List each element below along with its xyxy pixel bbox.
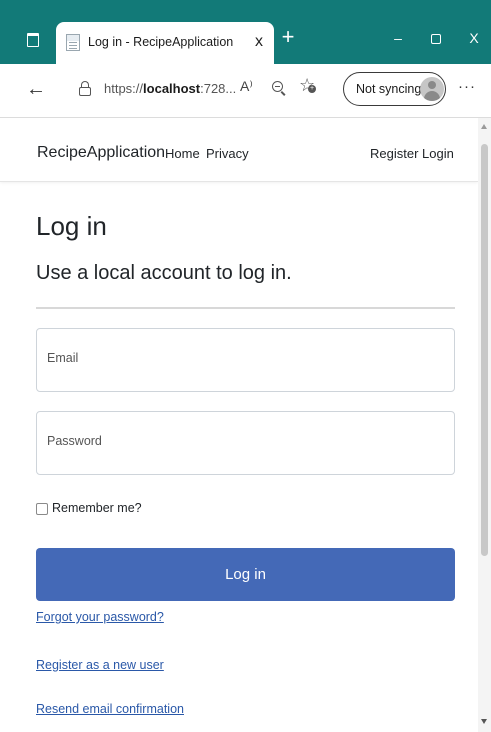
maximize-icon	[431, 34, 441, 45]
profile-button[interactable]: Not syncing	[343, 72, 446, 106]
profile-status-label: Not syncing	[356, 82, 422, 96]
email-label: Email	[47, 351, 79, 365]
scroll-down-arrow-icon[interactable]	[481, 719, 487, 724]
scroll-thumb[interactable]	[481, 144, 488, 556]
page-viewport: RecipeApplication Home Privacy Register …	[0, 118, 478, 732]
vertical-scrollbar[interactable]	[478, 118, 491, 732]
password-label: Password	[47, 434, 102, 448]
register-new-user-link[interactable]: Register as a new user	[36, 658, 164, 672]
brand-link[interactable]: RecipeApplication	[37, 144, 165, 162]
page-favicon-icon	[66, 34, 80, 51]
divider	[36, 307, 455, 309]
address-bar-url[interactable]: https://localhost:728...	[104, 81, 236, 96]
page-title: Log in	[36, 211, 107, 241]
browser-toolbar: ← https://localhost:728... A⁾ ☆ + Not syn…	[0, 64, 491, 118]
minimize-button[interactable]: –	[383, 26, 413, 50]
close-window-button[interactable]: X	[459, 26, 489, 50]
password-field[interactable]: Password	[36, 411, 455, 475]
remember-me-label[interactable]: Remember me?	[52, 501, 142, 515]
site-navbar: RecipeApplication Home Privacy Register …	[0, 118, 478, 182]
back-button[interactable]: ←	[24, 77, 48, 101]
nav-privacy-link[interactable]: Privacy	[206, 146, 249, 161]
email-field[interactable]: Email	[36, 328, 455, 392]
scroll-up-arrow-icon[interactable]	[481, 124, 487, 129]
nav-home-link[interactable]: Home	[165, 146, 200, 161]
remember-me-checkbox[interactable]	[36, 503, 48, 515]
forgot-password-link[interactable]: Forgot your password?	[36, 610, 164, 624]
read-aloud-icon[interactable]: A⁾	[240, 78, 253, 95]
tab-actions-icon[interactable]	[22, 29, 44, 51]
zoom-icon[interactable]	[272, 81, 286, 96]
nav-register-link[interactable]: Register	[370, 146, 418, 161]
new-tab-button[interactable]: +	[276, 25, 300, 49]
nav-login-link[interactable]: Login	[422, 146, 454, 161]
avatar	[420, 77, 444, 101]
site-info-lock-icon[interactable]	[79, 81, 91, 97]
tab-close-button[interactable]: x	[249, 30, 269, 54]
browser-tab[interactable]: Log in - RecipeApplication x	[56, 22, 274, 64]
page-subtitle: Use a local account to log in.	[36, 262, 292, 284]
more-options-button[interactable]: ···	[455, 75, 479, 99]
login-button[interactable]: Log in	[36, 548, 455, 601]
maximize-button[interactable]	[421, 26, 451, 50]
browser-title-bar: Log in - RecipeApplication x + – X	[0, 0, 491, 64]
tab-title: Log in - RecipeApplication	[88, 35, 234, 49]
resend-confirmation-link[interactable]: Resend email confirmation	[36, 702, 184, 716]
add-favorite-icon[interactable]: ☆ +	[299, 75, 316, 96]
